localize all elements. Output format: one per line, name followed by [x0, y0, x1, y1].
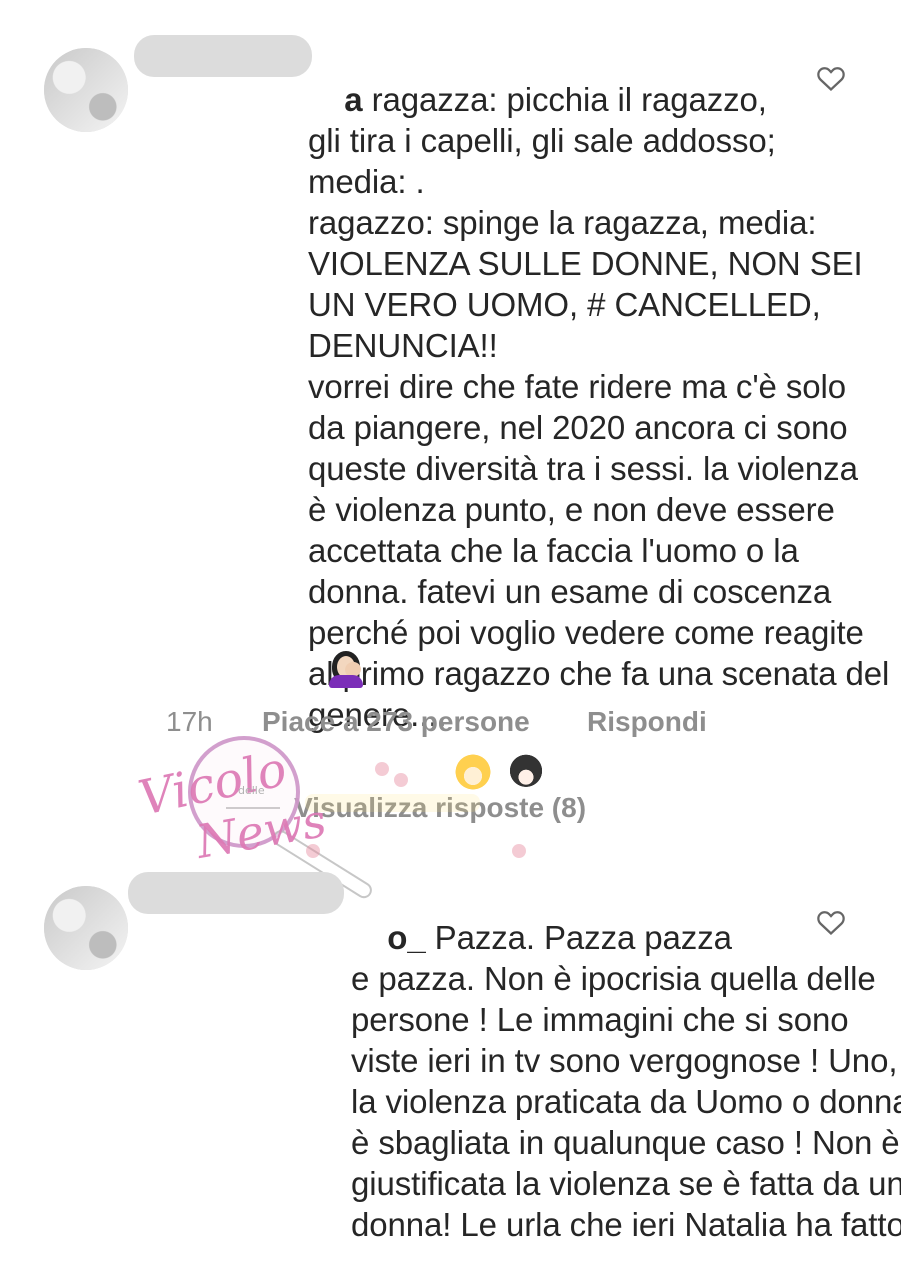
heart-icon[interactable]	[816, 64, 846, 92]
reply-button[interactable]: Rispondi	[587, 704, 707, 740]
view-replies-label: Visualizza risposte (8)	[294, 792, 587, 823]
username[interactable]: a	[344, 81, 362, 118]
avatar[interactable]	[44, 886, 128, 970]
username[interactable]: o_	[387, 919, 425, 956]
comment-text: o_ Pazza. Pazza pazza e pazza. Non è ipo…	[163, 876, 901, 1286]
heart-icon[interactable]	[816, 908, 846, 936]
woman-facepalming-icon	[327, 650, 365, 688]
comment-body: ragazza: picchia il ragazzo, gli tira i …	[308, 81, 890, 733]
reply-line	[226, 807, 280, 809]
avatar[interactable]	[44, 48, 128, 132]
comment-time: 17h	[166, 706, 213, 737]
paw-icon	[306, 844, 320, 858]
comment-body: Pazza. Pazza pazza e pazza. Non è ipocri…	[351, 919, 901, 1243]
redacted-avatar-image	[44, 48, 128, 132]
redacted-avatar-image	[44, 886, 128, 970]
paw-icon	[512, 844, 526, 858]
likes-count[interactable]: Piace a 273 persone	[262, 704, 530, 740]
comment-text: a ragazza: picchia il ragazzo, gli tira …	[163, 38, 889, 776]
view-replies-button[interactable]: Visualizza risposte (8)	[226, 790, 586, 826]
